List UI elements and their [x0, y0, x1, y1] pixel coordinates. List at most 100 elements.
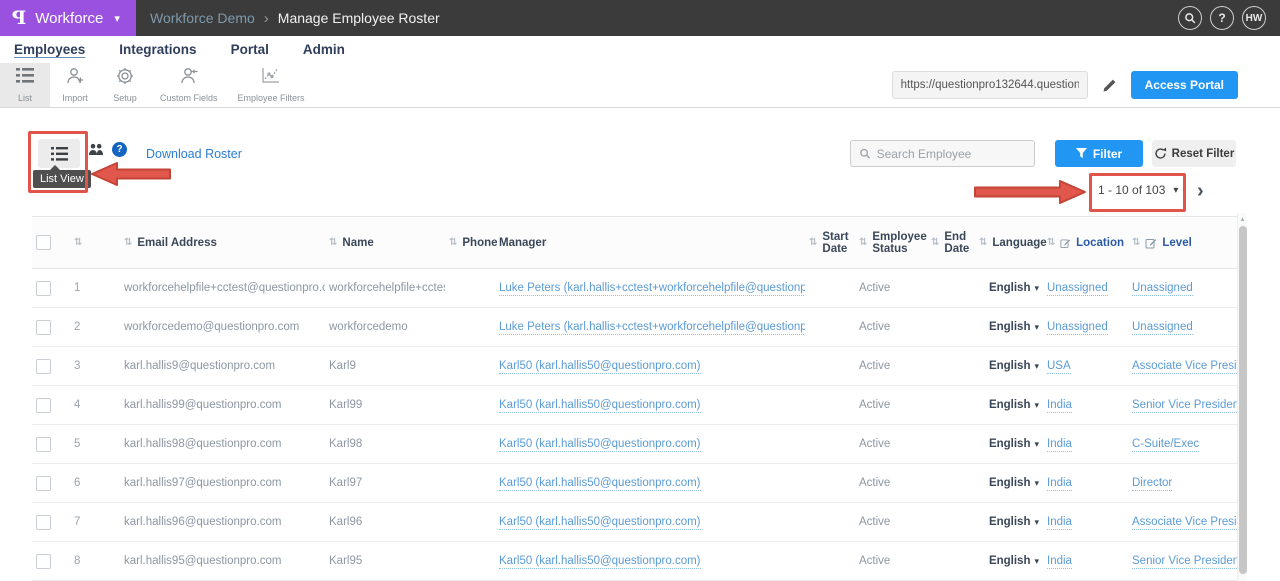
toolbar-item-employee-filters[interactable]: Employee Filters: [228, 63, 315, 107]
table-row: 6 karl.hallis97@questionpro.com Karl97 K…: [32, 464, 1237, 503]
column-header-language[interactable]: Language: [992, 237, 1046, 249]
cell-level-link[interactable]: Associate Vice President: [1132, 516, 1237, 530]
sort-icon[interactable]: ⇅: [931, 237, 939, 248]
reset-filter-button[interactable]: Reset Filter: [1152, 140, 1236, 167]
column-header-level[interactable]: Level: [1162, 237, 1191, 249]
toolbar-item-import[interactable]: Import: [50, 63, 100, 107]
sort-icon[interactable]: ⇅: [74, 237, 82, 248]
cell-location-link[interactable]: Unassigned: [1047, 321, 1108, 335]
cell-location-link[interactable]: India: [1047, 399, 1072, 413]
cell-phone: [445, 464, 495, 503]
cell-level-link[interactable]: Director: [1132, 477, 1172, 491]
row-checkbox[interactable]: [36, 476, 51, 491]
row-number: 3: [70, 347, 120, 386]
cell-language-dropdown[interactable]: English▾: [975, 308, 1043, 347]
workforce-product-switcher[interactable]: P Workforce ▾: [0, 0, 136, 36]
download-roster-link[interactable]: Download Roster: [146, 147, 242, 161]
cell-level-link[interactable]: C-Suite/Exec: [1132, 438, 1199, 452]
sort-icon[interactable]: ⇅: [449, 237, 457, 248]
cell-manager-link[interactable]: Karl50 (karl.hallis50@questionpro.com): [499, 555, 701, 569]
column-header-manager[interactable]: Manager: [499, 237, 546, 249]
cell-level-link[interactable]: Senior Vice President/VP: [1132, 399, 1237, 413]
sort-icon[interactable]: ⇅: [124, 237, 132, 248]
filter-button[interactable]: Filter: [1055, 140, 1143, 167]
sort-icon[interactable]: ⇅: [859, 237, 867, 248]
row-checkbox[interactable]: [36, 554, 51, 569]
tab-admin[interactable]: Admin: [303, 42, 345, 57]
toolbar-item-list[interactable]: List: [0, 63, 50, 107]
sort-icon[interactable]: ⇅: [809, 237, 817, 248]
cell-manager-link[interactable]: Karl50 (karl.hallis50@questionpro.com): [499, 438, 701, 452]
scroll-up-icon[interactable]: ▴: [1238, 213, 1247, 223]
column-header-end-date[interactable]: End Date: [944, 231, 971, 255]
cell-level-link[interactable]: Senior Vice President/VP: [1132, 555, 1237, 569]
sort-icon[interactable]: ⇅: [979, 237, 987, 248]
sort-icon[interactable]: ⇅: [329, 237, 337, 248]
avatar[interactable]: HW: [1242, 6, 1266, 30]
cell-manager-link[interactable]: Karl50 (karl.hallis50@questionpro.com): [499, 360, 701, 374]
list-view-icon: [51, 147, 68, 161]
sort-icon[interactable]: ⇅: [1047, 237, 1055, 248]
cell-manager-link[interactable]: Luke Peters (karl.hallis+cctest+workforc…: [499, 321, 805, 335]
vertical-scrollbar[interactable]: ▴: [1237, 213, 1247, 581]
roster-help-icon[interactable]: ?: [112, 142, 127, 157]
row-checkbox[interactable]: [36, 515, 51, 530]
cell-location-link[interactable]: India: [1047, 438, 1072, 452]
cell-language-dropdown[interactable]: English▾: [975, 269, 1043, 308]
cell-location-link[interactable]: India: [1047, 477, 1072, 491]
scrollbar-thumb[interactable]: [1239, 226, 1247, 574]
toolbar-item-custom-fields[interactable]: Custom Fields: [150, 63, 228, 107]
cell-location-link[interactable]: USA: [1047, 360, 1071, 374]
select-all-checkbox[interactable]: [36, 235, 51, 250]
cell-status: Active: [855, 542, 927, 581]
cell-level-link[interactable]: Associate Vice President: [1132, 360, 1237, 374]
cell-location-link[interactable]: Unassigned: [1047, 282, 1108, 296]
cell-location-link[interactable]: India: [1047, 516, 1072, 530]
row-checkbox[interactable]: [36, 281, 51, 296]
cell-language-dropdown[interactable]: English▾: [975, 464, 1043, 503]
global-search-button[interactable]: [1178, 6, 1202, 30]
tab-employees[interactable]: Employees: [14, 42, 85, 57]
breadcrumb-parent[interactable]: Workforce Demo: [150, 10, 255, 26]
cell-manager-link[interactable]: Karl50 (karl.hallis50@questionpro.com): [499, 399, 701, 413]
access-portal-button[interactable]: Access Portal: [1131, 71, 1238, 99]
row-checkbox[interactable]: [36, 359, 51, 374]
portal-link-group: Access Portal: [892, 63, 1280, 107]
column-header-employee-status[interactable]: Employee Status: [872, 231, 926, 255]
column-header-start-date[interactable]: Start Date: [822, 231, 851, 255]
portal-url-input[interactable]: [892, 71, 1088, 99]
sort-icon[interactable]: ⇅: [1132, 237, 1140, 248]
tab-portal[interactable]: Portal: [231, 42, 269, 57]
row-checkbox[interactable]: [36, 437, 51, 452]
cell-language-dropdown[interactable]: English▾: [975, 503, 1043, 542]
cell-language-dropdown[interactable]: English▾: [975, 347, 1043, 386]
org-view-button[interactable]: [88, 143, 104, 161]
cell-location-link[interactable]: India: [1047, 555, 1072, 569]
column-header-name[interactable]: Name: [342, 237, 373, 249]
tab-integrations[interactable]: Integrations: [119, 42, 196, 57]
pagination-range-dropdown[interactable]: 1 - 10 of 103 ▾: [1098, 183, 1178, 197]
table-row: 7 karl.hallis96@questionpro.com Karl96 K…: [32, 503, 1237, 542]
list-view-button[interactable]: [38, 139, 80, 168]
cell-manager-link[interactable]: Karl50 (karl.hallis50@questionpro.com): [499, 477, 701, 491]
column-header-email[interactable]: Email Address: [137, 237, 216, 249]
cell-end-date: [927, 386, 975, 425]
edit-url-button[interactable]: [1102, 78, 1117, 93]
cell-language-dropdown[interactable]: English▾: [975, 542, 1043, 581]
toolbar-item-setup[interactable]: Setup: [100, 63, 150, 107]
column-header-location[interactable]: Location: [1076, 237, 1124, 249]
cell-manager-link[interactable]: Karl50 (karl.hallis50@questionpro.com): [499, 516, 701, 530]
cell-manager-link[interactable]: Luke Peters (karl.hallis+cctest+workforc…: [499, 282, 805, 296]
cell-name: Karl99: [325, 386, 445, 425]
help-button[interactable]: ?: [1210, 6, 1234, 30]
cell-language-dropdown[interactable]: English▾: [975, 425, 1043, 464]
breadcrumb: Workforce Demo › Manage Employee Roster: [150, 10, 440, 27]
row-checkbox[interactable]: [36, 398, 51, 413]
cell-level-link[interactable]: Unassigned: [1132, 321, 1193, 335]
next-page-button[interactable]: ›: [1197, 181, 1204, 201]
row-checkbox[interactable]: [36, 320, 51, 335]
column-header-phone[interactable]: Phone: [462, 237, 497, 249]
search-employee-input[interactable]: [877, 147, 1026, 161]
cell-language-dropdown[interactable]: English▾: [975, 386, 1043, 425]
cell-level-link[interactable]: Unassigned: [1132, 282, 1193, 296]
